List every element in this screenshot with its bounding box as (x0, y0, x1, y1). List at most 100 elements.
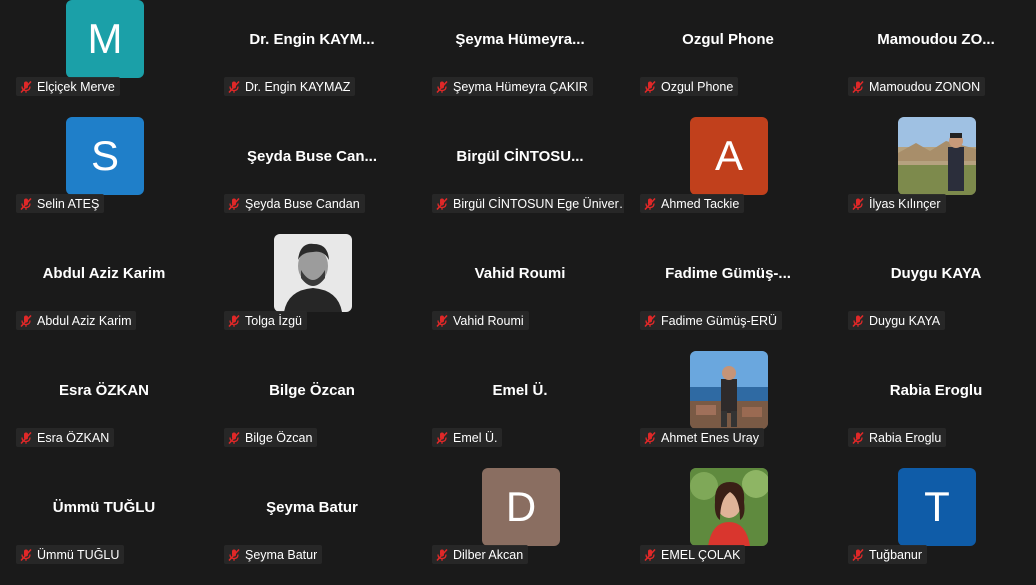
participant-name: Ahmet Enes Uray (661, 430, 759, 445)
avatar: T (898, 468, 976, 546)
avatar-photo (690, 351, 768, 429)
participant-tile[interactable]: Şeyma Hümeyra... Şeyma Hümeyra ÇAKIR (416, 0, 624, 117)
participant-name-label: Şeyma Batur (224, 545, 323, 564)
participant-name: Vahid Roumi (453, 313, 524, 328)
participant-name-label: Dr. Engin KAYMAZ (224, 77, 356, 96)
participant-tile[interactable]: İlyas Kılınçer (832, 117, 1036, 234)
participant-tile[interactable]: T Tuğbanur (832, 468, 1036, 585)
mic-muted-icon (643, 314, 661, 328)
participant-display-name: Şeyma Batur (266, 499, 358, 516)
participant-tile[interactable]: M Elçiçek Merve (0, 0, 208, 117)
participant-display-name: Fadime Gümüş-... (665, 265, 791, 282)
participant-name: Esra ÖZKAN (37, 430, 110, 445)
participant-name: Bilge Özcan (245, 430, 313, 445)
participant-tile[interactable]: Fadime Gümüş-... Fadime Gümüş-ERÜ (624, 234, 832, 351)
participant-name: Mamoudou ZONON (869, 79, 981, 94)
participant-name-label: Bilge Özcan (224, 428, 318, 447)
participant-name: Emel Ü. (453, 430, 498, 445)
avatar: M (66, 0, 144, 78)
mic-muted-icon (435, 548, 453, 562)
participant-name-label: Ahmed Tackie (640, 194, 745, 213)
participant-tile[interactable]: Bilge Özcan Bilge Özcan (208, 351, 416, 468)
avatar: A (690, 117, 768, 195)
participant-display-name: Şeyma Hümeyra... (455, 31, 585, 48)
participant-display-name: Mamoudou ZO... (877, 31, 995, 48)
participant-name: Tolga İzgü (245, 313, 302, 328)
participant-tile[interactable]: Mamoudou ZO... Mamoudou ZONON (832, 0, 1036, 117)
mic-muted-icon (851, 431, 869, 445)
participant-display-name: Bilge Özcan (269, 382, 355, 399)
participant-gallery: M Elçiçek Merve Dr. Engin KAYM... Dr. Engin… (0, 0, 1036, 585)
mic-muted-icon (435, 431, 453, 445)
participant-name-label: Ozgul Phone (640, 77, 739, 96)
mic-muted-icon (643, 548, 661, 562)
mic-muted-icon (227, 314, 245, 328)
avatar-photo (690, 468, 768, 546)
participant-name-label: Abdul Aziz Karim (16, 311, 137, 330)
participant-tile[interactable]: Dr. Engin KAYM... Dr. Engin KAYMAZ (208, 0, 416, 117)
mic-muted-icon (19, 197, 37, 211)
participant-name: Birgül CİNTOSUN Ege Üniversitesi (453, 196, 624, 211)
participant-tile[interactable]: Ümmü TUĞLU Ümmü TUĞLU (0, 468, 208, 585)
participant-name-label: Mamoudou ZONON (848, 77, 986, 96)
participant-name: Ümmü TUĞLU (37, 547, 120, 562)
mic-muted-icon (851, 314, 869, 328)
participant-tile[interactable]: Ahmet Enes Uray (624, 351, 832, 468)
participant-tile[interactable]: Duygu KAYA Duygu KAYA (832, 234, 1036, 351)
avatar-photo (898, 117, 976, 195)
mic-muted-icon (435, 314, 453, 328)
participant-name: Fadime Gümüş-ERÜ (661, 313, 777, 328)
participant-name: Elçiçek Merve (37, 79, 115, 94)
mic-muted-icon (643, 431, 661, 445)
participant-tile[interactable]: Esra ÖZKAN Esra ÖZKAN (0, 351, 208, 468)
participant-display-name: Rabia Eroglu (889, 382, 983, 399)
participant-tile[interactable]: Vahid Roumi Vahid Roumi (416, 234, 624, 351)
participant-name: Dilber Akcan (453, 547, 524, 562)
participant-name: Ahmed Tackie (661, 196, 740, 211)
mic-muted-icon (851, 80, 869, 94)
participant-name-label: Elçiçek Merve (16, 77, 120, 96)
mic-muted-icon (851, 197, 869, 211)
avatar: S (66, 117, 144, 195)
mic-muted-icon (19, 431, 37, 445)
participant-display-name: Şeyda Buse Can... (246, 148, 378, 165)
participant-tile[interactable]: Tolga İzgü (208, 234, 416, 351)
participant-tile[interactable]: Birgül CİNTOSU... Birgül CİNTOSUN Ege Üni… (416, 117, 624, 234)
participant-name: Tuğbanur (869, 547, 923, 562)
participant-tile[interactable]: EMEL ÇOLAK (624, 468, 832, 585)
participant-name: Şeyma Hümeyra ÇAKIR (453, 79, 588, 94)
participant-name-label: Esra ÖZKAN (16, 428, 115, 447)
participant-display-name: Duygu KAYA (890, 265, 982, 282)
participant-display-name: Vahid Roumi (474, 265, 566, 282)
participant-name-label: Vahid Roumi (432, 311, 529, 330)
participant-tile[interactable]: Şeyma Batur Şeyma Batur (208, 468, 416, 585)
participant-name: Rabia Eroglu (869, 430, 942, 445)
participant-name: Abdul Aziz Karim (37, 313, 132, 328)
participant-name-label: Ümmü TUĞLU (16, 545, 125, 564)
participant-name-label: Dilber Akcan (432, 545, 529, 564)
participant-tile[interactable]: Ozgul Phone Ozgul Phone (624, 0, 832, 117)
participant-display-name: Ümmü TUĞLU (52, 499, 156, 516)
participant-display-name: Emel Ü. (492, 382, 548, 399)
mic-muted-icon (19, 80, 37, 94)
mic-muted-icon (227, 197, 245, 211)
participant-name-label: Şeyda Buse Candan (224, 194, 365, 213)
participant-tile[interactable]: Emel Ü. Emel Ü. (416, 351, 624, 468)
participant-name-label: İlyas Kılınçer (848, 194, 946, 213)
participant-tile[interactable]: Rabia Eroglu Rabia Eroglu (832, 351, 1036, 468)
participant-name: Selin ATEŞ (37, 196, 100, 211)
participant-name-label: Emel Ü. (432, 428, 503, 447)
participant-name-label: EMEL ÇOLAK (640, 545, 746, 564)
participant-name: İlyas Kılınçer (869, 196, 941, 211)
participant-name-label: Duygu KAYA (848, 311, 946, 330)
participant-tile[interactable]: Şeyda Buse Can... Şeyda Buse Candan (208, 117, 416, 234)
participant-tile[interactable]: S Selin ATEŞ (0, 117, 208, 234)
participant-tile[interactable]: D Dilber Akcan (416, 468, 624, 585)
participant-name-label: Birgül CİNTOSUN Ege Üniversitesi (432, 194, 624, 213)
participant-tile[interactable]: A Ahmed Tackie (624, 117, 832, 234)
participant-tile[interactable]: Abdul Aziz Karim Abdul Aziz Karim (0, 234, 208, 351)
participant-display-name: Birgül CİNTOSU... (456, 148, 584, 165)
mic-muted-icon (643, 80, 661, 94)
participant-display-name: Esra ÖZKAN (58, 382, 150, 399)
participant-name-label: Ahmet Enes Uray (640, 428, 764, 447)
